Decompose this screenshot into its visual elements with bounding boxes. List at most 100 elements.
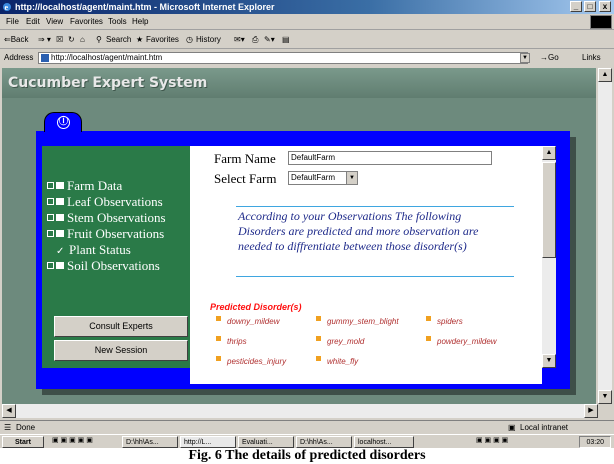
scroll-thumb[interactable]	[542, 162, 556, 258]
sidebar-item-soil-observations[interactable]: Soil Observations	[47, 258, 160, 274]
sidebar-item-fruit-observations[interactable]: Fruit Observations	[47, 226, 164, 242]
disorder-item[interactable]: thrips	[216, 336, 247, 346]
tray-icons[interactable]: ▣ ▣ ▣ ▣	[476, 435, 508, 447]
page-scrollbar[interactable]: ▲ ▼	[598, 68, 612, 404]
mail-icon[interactable]: ✉▾	[234, 31, 245, 49]
app-header: Cucumber Expert System	[2, 68, 596, 98]
forward-icon[interactable]: ⇒ ▾	[38, 31, 51, 49]
disorder-item[interactable]: white_fly	[316, 356, 358, 366]
sidebar-item-label: Farm Data	[67, 178, 123, 193]
taskbar-item[interactable]: Evaluati...	[238, 436, 294, 448]
disorder-label: spiders	[437, 317, 463, 326]
disorder-label: powdery_mildew	[437, 337, 497, 346]
disorder-item[interactable]: pesticides_injury	[216, 356, 286, 366]
quick-launch-icons[interactable]: ▣ ▣ ▣ ▣ ▣	[52, 435, 93, 447]
close-button[interactable]: x	[599, 1, 611, 12]
folder-icon	[56, 214, 64, 221]
disorder-label: gummy_stem_blight	[327, 317, 399, 326]
disorder-item[interactable]: spiders	[426, 316, 463, 326]
bullet-icon	[216, 336, 221, 341]
go-label: Go	[548, 53, 559, 62]
bullet-icon	[316, 316, 321, 321]
scroll-up-icon[interactable]: ▲	[542, 146, 556, 160]
disorder-item[interactable]: gummy_stem_blight	[316, 316, 399, 326]
disorder-label: downy_mildew	[227, 317, 280, 326]
check-icon: ✓	[56, 246, 65, 257]
scroll-left-icon[interactable]: ◀	[2, 404, 16, 418]
ie-logo-icon: e	[3, 3, 11, 12]
search-button[interactable]: Search	[106, 31, 131, 49]
taskbar-item[interactable]: D:\hh\As...	[122, 436, 178, 448]
checkbox-icon	[47, 230, 54, 237]
sidebar-item-leaf-observations[interactable]: Leaf Observations	[47, 194, 163, 210]
maximize-button[interactable]: □	[584, 1, 596, 12]
menu-favorites[interactable]: Favorites	[70, 14, 103, 30]
zone-text: Local intranet	[520, 423, 569, 432]
disorder-item[interactable]: downy_mildew	[216, 316, 279, 326]
status-text: Done	[16, 423, 36, 432]
address-url: http://localhost/agent/maint.htm	[51, 53, 163, 62]
checkbox-icon	[47, 214, 54, 221]
address-input[interactable]: http://localhost/agent/maint.htm	[38, 52, 528, 64]
taskbar-item-active[interactable]: http://L...	[180, 436, 236, 448]
bullet-icon	[216, 316, 221, 321]
page-done-icon: ☰	[4, 423, 12, 432]
menu-edit[interactable]: Edit	[26, 14, 40, 30]
minimize-button[interactable]: _	[570, 1, 582, 12]
favorites-button[interactable]: Favorites	[146, 31, 179, 49]
prediction-message: According to your Observations The follo…	[238, 209, 479, 253]
scroll-up-icon[interactable]: ▲	[598, 68, 612, 82]
select-farm-label: Select Farm	[214, 171, 277, 186]
sidebar-item-label: Plant Status	[69, 242, 131, 257]
start-button[interactable]: Start	[2, 436, 44, 448]
windows-logo-icon	[590, 15, 612, 29]
stop-icon[interactable]: ☒	[56, 31, 63, 49]
disorder-item[interactable]: powdery_mildew	[426, 336, 497, 346]
consult-experts-button[interactable]: Consult Experts	[54, 316, 188, 337]
info-tab[interactable]: Ⓘ	[44, 112, 82, 132]
frame-scrollbar[interactable]: ▲ ▼	[542, 146, 556, 368]
menu-view[interactable]: View	[46, 14, 63, 30]
back-button[interactable]: ⇐Back	[4, 31, 29, 49]
address-bar: Address http://localhost/agent/maint.htm…	[0, 50, 614, 66]
sidebar-item-plant-status[interactable]: ✓ Plant Status	[47, 242, 131, 258]
address-dropdown-icon[interactable]: ▼	[520, 53, 530, 63]
taskbar-item[interactable]: D:\hh\As...	[296, 436, 352, 448]
info-icon: Ⓘ	[57, 116, 70, 129]
page-viewport: Cucumber Expert System Ⓘ Farm Data Leaf …	[2, 68, 596, 404]
sidebar-item-label: Fruit Observations	[67, 226, 165, 241]
scroll-down-icon[interactable]: ▼	[542, 354, 556, 368]
refresh-icon[interactable]: ↻	[68, 31, 75, 49]
bullet-icon	[426, 336, 431, 341]
farm-name-input[interactable]: DefaultFarm	[288, 151, 492, 165]
disorder-label: white_fly	[327, 357, 359, 366]
print-icon[interactable]: ⎙	[252, 31, 258, 49]
sidebar-item-farm-data[interactable]: Farm Data	[47, 178, 122, 194]
intranet-icon: ▣	[508, 423, 516, 432]
new-session-button[interactable]: New Session	[54, 340, 188, 361]
disorder-item[interactable]: grey_mold	[316, 336, 364, 346]
taskbar-item[interactable]: localhost...	[354, 436, 414, 448]
bullet-icon	[316, 356, 321, 361]
home-icon[interactable]: ⌂	[80, 31, 85, 49]
scroll-right-icon[interactable]: ▶	[584, 404, 598, 418]
checkbox-icon	[47, 198, 54, 205]
bullet-icon	[216, 356, 221, 361]
folder-icon	[56, 230, 64, 237]
address-label: Address	[4, 53, 34, 62]
menu-tools[interactable]: Tools	[108, 14, 127, 30]
content-panel: Farm Name DefaultFarm Select Farm Defaul…	[190, 146, 542, 384]
horizontal-scrollbar[interactable]: ◀ ▶	[2, 404, 598, 418]
edit-icon[interactable]: ✎▾	[264, 31, 275, 49]
discuss-icon[interactable]: ▤	[282, 31, 290, 49]
scroll-down-icon[interactable]: ▼	[598, 390, 612, 404]
menu-file[interactable]: File	[6, 14, 19, 30]
links-button[interactable]: Links	[582, 50, 601, 66]
history-icon: ◷	[186, 35, 193, 44]
go-button[interactable]: →Go	[540, 50, 559, 66]
sidebar-item-stem-observations[interactable]: Stem Observations	[47, 210, 166, 226]
start-label: Start	[15, 439, 31, 446]
history-button[interactable]: History	[196, 31, 221, 49]
farm-select[interactable]: DefaultFarm ▼	[288, 171, 358, 185]
menu-help[interactable]: Help	[132, 14, 148, 30]
